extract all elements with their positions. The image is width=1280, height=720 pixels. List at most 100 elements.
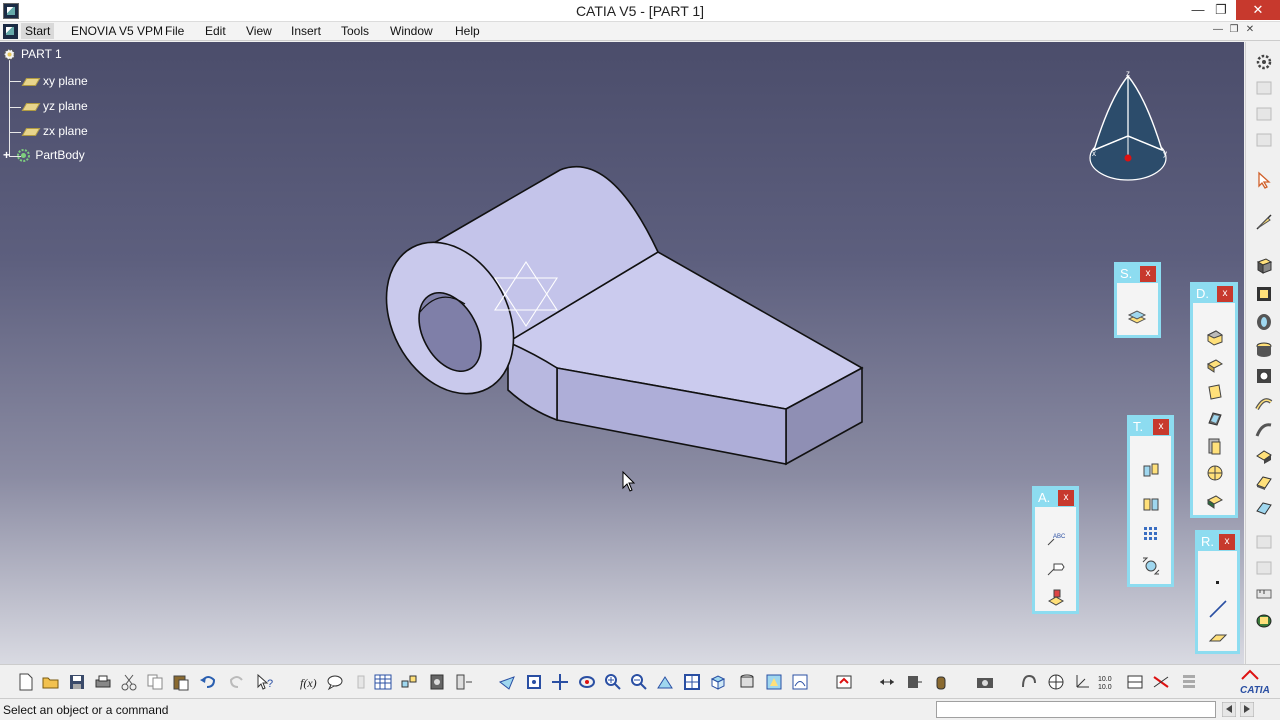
knowledge-grey-icon[interactable] bbox=[352, 673, 370, 691]
fly-mode-icon[interactable] bbox=[498, 673, 516, 691]
save-icon[interactable] bbox=[68, 673, 86, 691]
select-arrow-icon[interactable] bbox=[1254, 170, 1274, 190]
paste-icon[interactable] bbox=[172, 673, 190, 691]
menu-view[interactable]: View bbox=[246, 24, 272, 38]
constraint-icon[interactable] bbox=[878, 673, 896, 691]
hole-icon[interactable] bbox=[1254, 366, 1274, 386]
cut-icon[interactable] bbox=[120, 673, 138, 691]
document-menu-icon[interactable] bbox=[3, 24, 18, 39]
split-grey-icon[interactable] bbox=[1254, 558, 1274, 578]
pad-icon[interactable] bbox=[1254, 256, 1274, 276]
stack-icon[interactable] bbox=[1180, 673, 1198, 691]
normal-view-icon[interactable] bbox=[656, 673, 674, 691]
update-icon[interactable] bbox=[835, 673, 853, 691]
plane-icon[interactable] bbox=[1208, 627, 1228, 647]
axis-system-icon[interactable] bbox=[1073, 673, 1091, 691]
mdi-minimize-icon[interactable]: — bbox=[1210, 24, 1226, 35]
remove-face-icon[interactable] bbox=[1205, 490, 1225, 510]
close-icon[interactable]: ✕ bbox=[1236, 0, 1280, 20]
transformation-toolbar[interactable]: T. x bbox=[1127, 415, 1174, 587]
toolbar-title[interactable]: S. x bbox=[1117, 265, 1158, 283]
toolbar-close-icon[interactable]: x bbox=[1058, 490, 1074, 506]
reference-elements-toolbar[interactable]: R. x bbox=[1195, 530, 1240, 654]
open-folder-icon[interactable] bbox=[42, 673, 60, 691]
toolbar-close-icon[interactable]: x bbox=[1140, 266, 1156, 282]
catalog-browser-icon[interactable] bbox=[428, 673, 446, 691]
print-icon[interactable] bbox=[94, 673, 112, 691]
shading-icon[interactable] bbox=[738, 673, 756, 691]
instantiate-icon[interactable] bbox=[400, 673, 418, 691]
menu-edit[interactable]: Edit bbox=[205, 24, 226, 38]
shell-icon[interactable] bbox=[1205, 409, 1225, 429]
menu-tools[interactable]: Tools bbox=[341, 24, 369, 38]
rib-icon[interactable] bbox=[1254, 394, 1274, 414]
rotate-icon[interactable] bbox=[578, 673, 596, 691]
zoom-in-icon[interactable] bbox=[604, 673, 622, 691]
compass-icon[interactable]: z x y bbox=[1086, 68, 1172, 184]
toolbar-title[interactable]: A. x bbox=[1035, 489, 1076, 507]
capture-camera-icon[interactable] bbox=[976, 673, 994, 691]
copy-icon[interactable] bbox=[146, 673, 164, 691]
groove-icon[interactable] bbox=[1254, 340, 1274, 360]
command-input[interactable] bbox=[936, 701, 1216, 718]
constraint-defined-icon[interactable] bbox=[905, 673, 923, 691]
dress-up-features-toolbar[interactable]: D. x bbox=[1190, 282, 1238, 518]
apply-material-icon[interactable] bbox=[1254, 610, 1274, 630]
chamfer-icon[interactable] bbox=[1205, 355, 1225, 375]
hide-show-icon[interactable] bbox=[765, 673, 783, 691]
sketch-icon[interactable] bbox=[1127, 307, 1147, 327]
point-icon[interactable] bbox=[1208, 573, 1228, 593]
slot-icon[interactable] bbox=[1254, 420, 1274, 440]
3d-viewport[interactable]: PART 1 xy plane yz plane zx plane + Part… bbox=[0, 42, 1244, 664]
rectangular-pattern-icon[interactable] bbox=[1141, 524, 1161, 544]
redo-icon[interactable] bbox=[228, 673, 246, 691]
knowledge-comment-icon[interactable] bbox=[326, 673, 344, 691]
thread-icon[interactable] bbox=[1205, 463, 1225, 483]
menu-start[interactable]: Start bbox=[21, 23, 55, 39]
mdi-close-icon[interactable]: ✕ bbox=[1242, 24, 1258, 35]
fillet-icon[interactable] bbox=[1205, 327, 1225, 347]
restore-icon[interactable]: ❐ bbox=[1206, 0, 1236, 20]
toolbar-title[interactable]: D. x bbox=[1193, 285, 1235, 303]
draft-icon[interactable] bbox=[1205, 382, 1225, 402]
table-grey-icon[interactable] bbox=[1254, 532, 1274, 552]
thickness-icon[interactable] bbox=[1205, 436, 1225, 456]
flag-note-icon[interactable] bbox=[1046, 559, 1066, 579]
shaft-icon[interactable] bbox=[1254, 312, 1274, 332]
gear-icon[interactable] bbox=[1254, 52, 1274, 72]
menu-enovia[interactable]: ENOVIA V5 VPM bbox=[71, 24, 163, 38]
stiffener-icon[interactable] bbox=[1254, 446, 1274, 466]
status-right-arrow-icon[interactable] bbox=[1240, 702, 1254, 717]
sketcher-grey-icon[interactable] bbox=[1254, 78, 1274, 98]
scaling-icon[interactable] bbox=[1141, 556, 1161, 576]
menu-window[interactable]: Window bbox=[390, 24, 433, 38]
new-file-icon[interactable] bbox=[17, 673, 35, 691]
pan-icon[interactable] bbox=[551, 673, 569, 691]
toolbar-close-icon[interactable]: x bbox=[1217, 286, 1233, 302]
annotations-toolbar[interactable]: A. x ABC bbox=[1032, 486, 1079, 614]
measure-icon[interactable] bbox=[1254, 584, 1274, 604]
manipulate-icon[interactable] bbox=[1047, 673, 1065, 691]
multi-view-icon[interactable] bbox=[683, 673, 701, 691]
design-table-icon[interactable] bbox=[374, 673, 392, 691]
isometric-view-icon[interactable] bbox=[709, 673, 727, 691]
swap-visible-space-icon[interactable] bbox=[791, 673, 809, 691]
multi-sections-solid-icon[interactable] bbox=[1254, 472, 1274, 492]
toolbar-title[interactable]: T. x bbox=[1130, 418, 1171, 436]
scan-icon[interactable] bbox=[455, 673, 473, 691]
3d-annotation-query-icon[interactable] bbox=[1046, 587, 1066, 607]
line-icon[interactable] bbox=[1208, 599, 1228, 619]
cut-by-plane-icon[interactable] bbox=[1152, 673, 1170, 691]
menu-insert[interactable]: Insert bbox=[291, 24, 321, 38]
apply-material-small-icon[interactable] bbox=[932, 673, 950, 691]
whats-this-help-icon[interactable]: ? bbox=[256, 673, 274, 691]
toolbar-close-icon[interactable]: x bbox=[1219, 534, 1235, 550]
menu-file[interactable]: File bbox=[165, 24, 184, 38]
grid-snap-icon[interactable] bbox=[1126, 673, 1144, 691]
sketch-tool-icon[interactable] bbox=[1254, 212, 1274, 232]
toolbar-close-icon[interactable]: x bbox=[1153, 419, 1169, 435]
removed-multi-sections-icon[interactable] bbox=[1254, 498, 1274, 518]
undo-icon[interactable] bbox=[199, 673, 217, 691]
zoom-out-icon[interactable] bbox=[630, 673, 648, 691]
formula-icon[interactable]: f(x) bbox=[300, 673, 318, 691]
